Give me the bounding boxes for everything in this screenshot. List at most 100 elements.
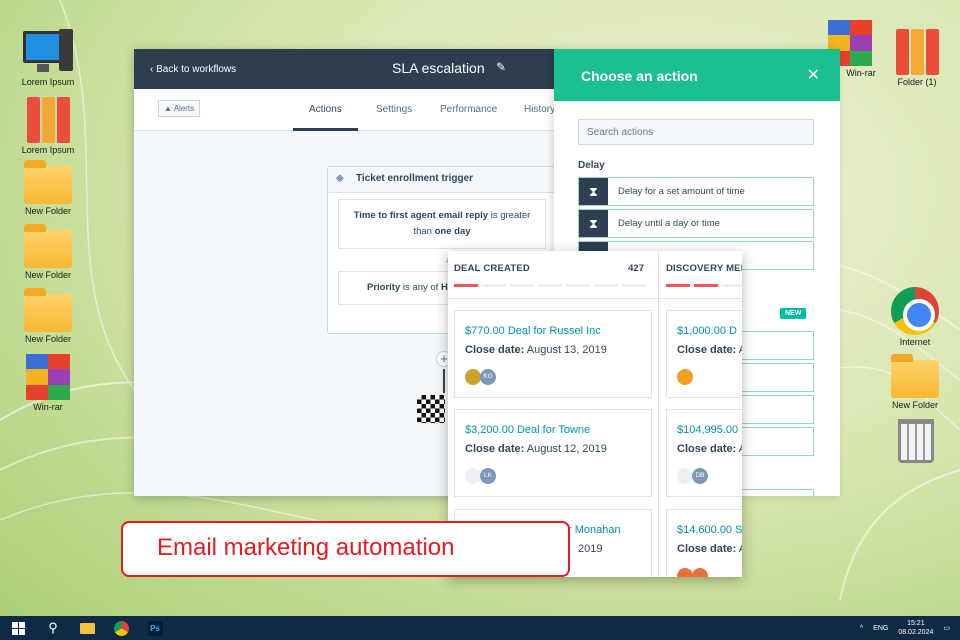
chevron-up-icon[interactable]: ^ — [860, 625, 863, 632]
hourglass-icon: ⧗ — [579, 210, 608, 237]
back-to-workflows-link[interactable]: ‹ Back to workflows — [150, 64, 236, 75]
avatar-group — [677, 568, 708, 577]
desktop-icon-folder[interactable]: New Folder — [16, 286, 80, 344]
search-icon[interactable]: ⚲ — [36, 616, 70, 640]
deal-title[interactable]: $770.00 Deal for Russel Inc — [465, 325, 641, 337]
language-indicator[interactable]: ENG — [873, 625, 888, 632]
photoshop-label: Ps — [147, 620, 163, 636]
deal-title[interactable]: $3,200.00 Deal for Towne — [465, 424, 641, 436]
avatar-group: LK — [465, 468, 496, 484]
desktop-icon-label: Internet — [899, 337, 931, 347]
desktop-icon-winrar[interactable]: Win-rar — [16, 354, 80, 412]
delay-section-label: Delay — [578, 160, 605, 171]
close-date: Close date: A — [677, 344, 742, 356]
desktop-icon-label: Lorem Ipsum — [21, 145, 75, 155]
binders-icon — [24, 95, 72, 143]
date: 08.02.2024 — [898, 629, 934, 636]
logo-avatar — [677, 568, 693, 577]
condition-operator: is any of — [402, 282, 439, 293]
deal-card[interactable]: $1,000.00 D Close date: A — [666, 310, 742, 398]
tab-history[interactable]: History — [524, 104, 555, 115]
close-date: Close date: August 13, 2019 — [465, 344, 607, 356]
action-label: Delay for a set amount of time — [618, 186, 745, 197]
notifications-icon[interactable]: ▭ — [943, 624, 950, 632]
deal-card[interactable]: $770.00 Deal for Russel Inc Close date: … — [454, 310, 652, 398]
close-date: Close date: A — [677, 443, 742, 455]
time: 15:21 — [907, 620, 925, 627]
desktop-icon-computer[interactable]: Lorem Ipsum — [16, 27, 80, 87]
column-name: DEAL CREATED — [454, 263, 530, 274]
folder-icon — [24, 224, 72, 268]
system-tray: ^ ENG 15:21 08.02.2024 ▭ — [860, 616, 950, 640]
condition-property: Priority — [367, 282, 401, 293]
hourglass-icon: ⧗ — [579, 178, 608, 205]
alerts-label: Alerts — [173, 104, 195, 113]
chrome-icon — [891, 287, 939, 335]
trash-icon — [898, 419, 934, 463]
windows-icon — [11, 621, 25, 635]
action-delay-set-time[interactable]: ⧗ Delay for a set amount of time — [578, 177, 814, 206]
logo-avatar — [677, 369, 693, 385]
tab-settings[interactable]: Settings — [376, 104, 412, 115]
desktop-icon-folder[interactable]: New Folder — [16, 158, 80, 216]
column-name: DISCOVERY MEE — [666, 263, 742, 274]
avatar-group: KG — [465, 369, 496, 385]
desktop-icon-label: New Folder — [24, 334, 71, 344]
logo-avatar — [465, 369, 481, 385]
caption-banner: Email marketing automation — [121, 521, 570, 577]
avatar: LK — [480, 468, 496, 484]
deal-card[interactable]: $3,200.00 Deal for Towne Close date: Aug… — [454, 409, 652, 497]
logo-avatar — [677, 468, 693, 484]
binders-icon — [893, 27, 941, 75]
avatar-group — [677, 369, 693, 385]
taskbar: ⚲ Ps ^ ENG 15:21 08.02.2024 ▭ — [0, 616, 960, 640]
tab-performance[interactable]: Performance — [440, 104, 497, 115]
deal-card[interactable]: $14,600.00 S Close date: A — [666, 509, 742, 577]
workflow-title: SLA escalation — [392, 60, 485, 76]
desktop-icon-label: New Folder — [24, 270, 71, 280]
stage-progress — [666, 284, 742, 287]
trigger-condition-1[interactable]: Time to first agent email reply is great… — [338, 199, 546, 249]
file-explorer-icon[interactable] — [70, 616, 104, 640]
active-tab-indicator — [293, 128, 358, 131]
start-button[interactable] — [0, 616, 36, 640]
close-date: Close date: A — [677, 543, 742, 555]
deal-title[interactable]: $104,995.00 — [677, 424, 742, 436]
deal-title[interactable]: $14,600.00 S — [677, 524, 742, 536]
desktop-icon-folder[interactable]: New Folder — [16, 222, 80, 280]
deal-column-discovery: DISCOVERY MEE $1,000.00 D Close date: A … — [660, 251, 742, 577]
desktop-icon-recycle-bin[interactable] — [884, 417, 948, 465]
column-header: DISCOVERY MEE — [660, 251, 742, 299]
close-icon[interactable]: ✕ — [807, 65, 820, 85]
column-count: 427 — [628, 263, 644, 274]
pencil-icon[interactable]: ✎ — [496, 60, 506, 74]
logo-avatar — [692, 568, 708, 577]
tab-actions[interactable]: Actions — [309, 104, 342, 115]
desktop-icon-folder[interactable]: New Folder — [883, 352, 947, 410]
panel-header: Choose an action ✕ — [554, 49, 840, 101]
desktop-icon-binders[interactable]: Lorem Ipsum — [16, 95, 80, 155]
logo-avatar — [465, 468, 481, 484]
folder-icon — [891, 354, 939, 398]
deal-card[interactable]: $104,995.00 Close date: A DB — [666, 409, 742, 497]
action-delay-until-day[interactable]: ⧗ Delay until a day or time — [578, 209, 814, 238]
ticket-icon: ◈ — [336, 173, 344, 184]
desktop-icon-binders[interactable]: Folder (1) — [885, 27, 949, 87]
condition-value: H — [440, 282, 448, 293]
winrar-icon — [26, 354, 70, 400]
folder-icon — [24, 288, 72, 332]
desktop-icon-internet[interactable]: Internet — [883, 287, 947, 347]
desktop-icon-label: New Folder — [24, 206, 71, 216]
stage-progress — [454, 284, 646, 287]
new-badge: NEW — [780, 308, 807, 319]
panel-title: Choose an action — [581, 68, 698, 84]
folder-icon — [24, 160, 72, 204]
photoshop-icon[interactable]: Ps — [138, 616, 172, 640]
deal-title[interactable]: $1,000.00 D — [677, 325, 742, 337]
clock[interactable]: 15:21 08.02.2024 — [898, 619, 933, 637]
computer-icon — [23, 27, 73, 75]
desktop-icon-label: Lorem Ipsum — [21, 77, 75, 87]
alerts-button[interactable]: ▲ Alerts — [158, 100, 201, 117]
search-actions-input[interactable] — [578, 119, 814, 145]
chrome-taskbar-icon[interactable] — [104, 616, 138, 640]
